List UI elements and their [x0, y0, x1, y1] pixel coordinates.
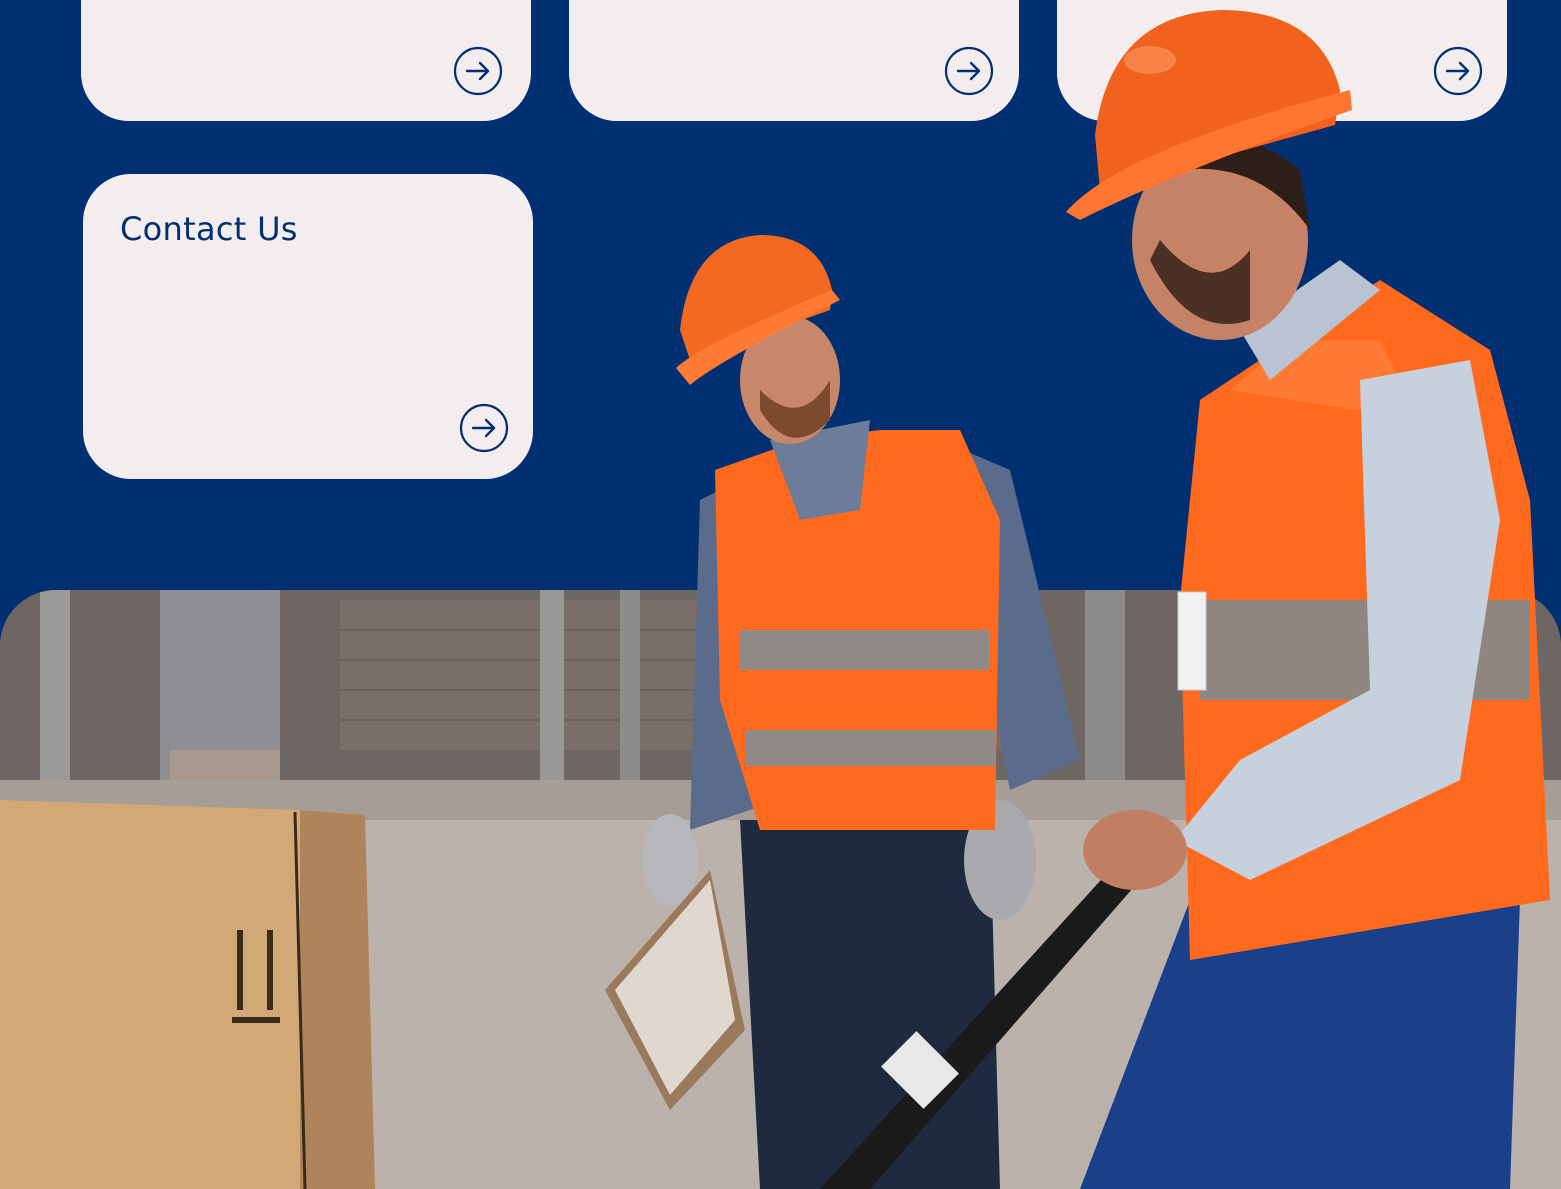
warehouse-background [0, 590, 1561, 1189]
warehouse-photo [0, 590, 1561, 1189]
arrow-right-circle-icon [459, 403, 509, 453]
service-card-1[interactable] [81, 0, 531, 121]
arrow-right-circle-icon [1433, 46, 1483, 96]
card-2-arrow-button[interactable] [944, 46, 994, 96]
contact-us-title: Contact Us [120, 210, 298, 248]
contact-us-arrow-button[interactable] [459, 403, 509, 453]
card-1-arrow-button[interactable] [453, 46, 503, 96]
service-card-3[interactable] [1057, 0, 1507, 121]
arrow-right-circle-icon [453, 46, 503, 96]
contact-us-card[interactable]: Contact Us [83, 174, 533, 479]
arrow-right-circle-icon [944, 46, 994, 96]
service-card-2[interactable] [569, 0, 1019, 121]
card-3-arrow-button[interactable] [1433, 46, 1483, 96]
